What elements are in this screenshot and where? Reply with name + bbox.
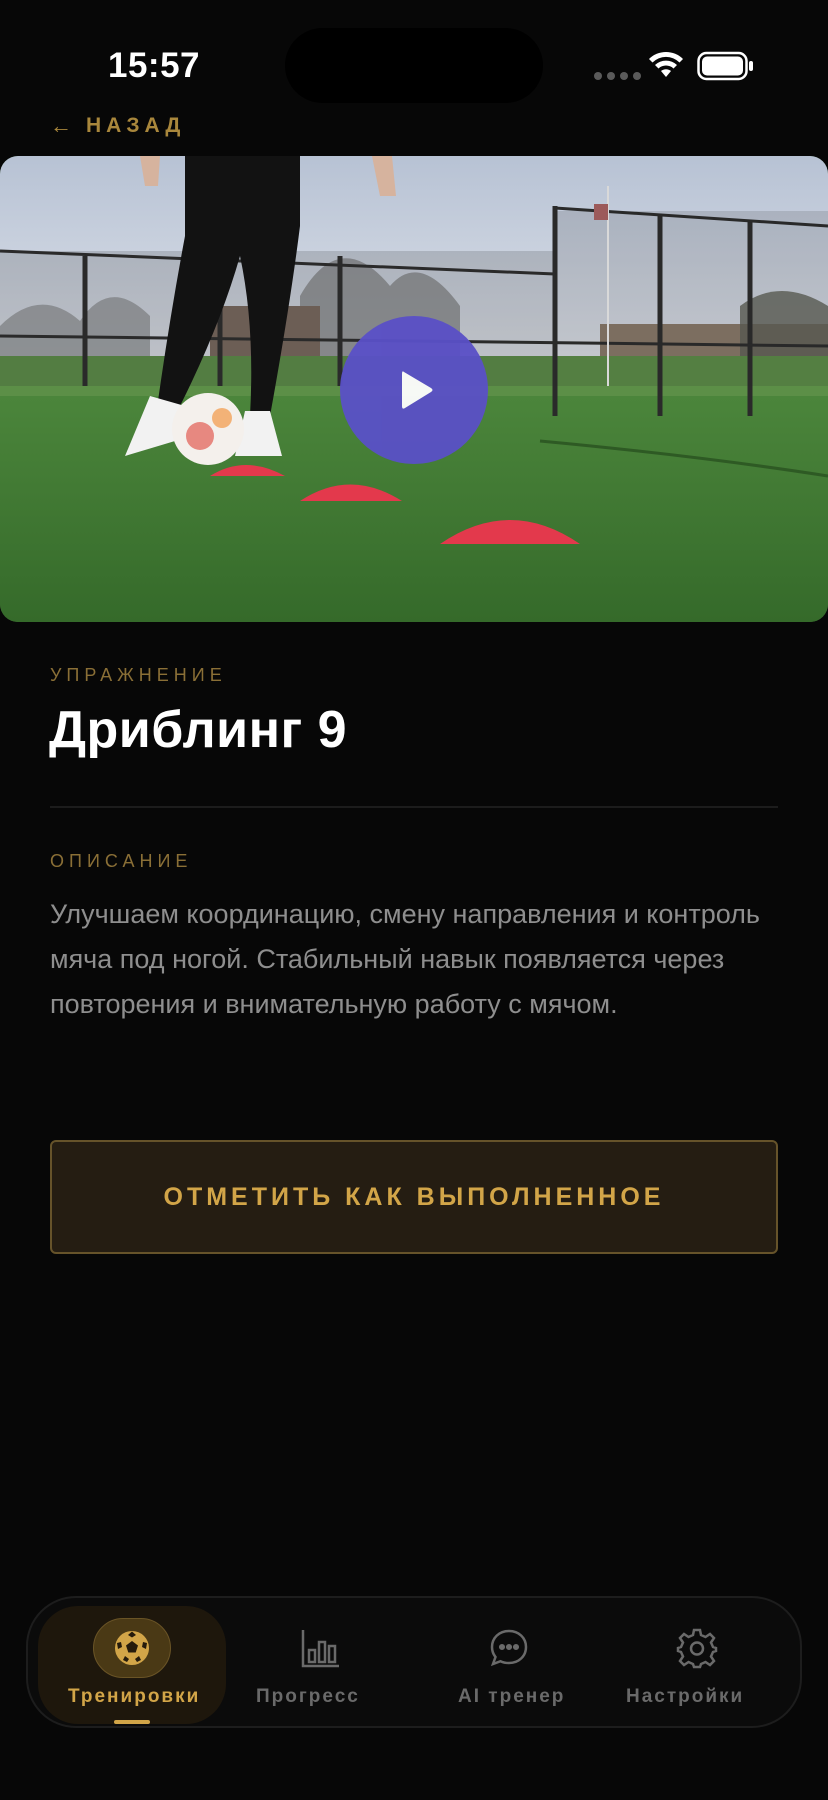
mark-done-button[interactable]: ОТМЕТИТЬ КАК ВЫПОЛНЕННОЕ <box>50 1140 778 1254</box>
wifi-icon <box>649 51 683 77</box>
section-label: УПРАЖНЕНИЕ <box>50 665 227 685</box>
chat-bubble-icon <box>470 1618 548 1678</box>
exercise-title: Дриблинг 9 <box>49 701 348 759</box>
status-bar: 15:57 <box>0 0 828 120</box>
dynamic-island <box>285 28 543 103</box>
gear-icon <box>658 1618 736 1678</box>
tab-label: Настройки <box>626 1686 745 1707</box>
active-tab-indicator <box>114 1720 150 1724</box>
exercise-description: Улучшаем координацию, смену направления … <box>50 899 760 1019</box>
tab-settings[interactable]: Настройки <box>606 1598 802 1726</box>
arrow-left-icon: ← <box>50 113 72 138</box>
tab-label: AI тренер <box>458 1686 566 1707</box>
divider <box>50 806 778 808</box>
bar-chart-icon <box>282 1618 360 1678</box>
description-label: ОПИСАНИЕ <box>50 851 193 871</box>
back-button[interactable]: ← НАЗАД <box>50 113 185 139</box>
tab-label: Прогресс <box>256 1686 360 1707</box>
back-label: НАЗАД <box>86 114 186 137</box>
tab-ai-coach[interactable]: AI тренер <box>416 1598 606 1726</box>
battery-icon <box>697 51 753 81</box>
play-icon <box>402 371 433 409</box>
exercise-video[interactable] <box>0 156 828 622</box>
soccer-ball-icon <box>93 1618 171 1678</box>
tab-label: Тренировки <box>68 1686 201 1707</box>
tab-trainings[interactable]: Тренировки <box>28 1598 236 1726</box>
cellular-signal-icon <box>594 72 641 80</box>
status-time: 15:57 <box>108 46 201 85</box>
play-button[interactable] <box>340 316 488 464</box>
tab-progress[interactable]: Прогресс <box>226 1598 416 1726</box>
tab-bar: Тренировки Прогресс AI тренер Настройки <box>26 1596 802 1728</box>
